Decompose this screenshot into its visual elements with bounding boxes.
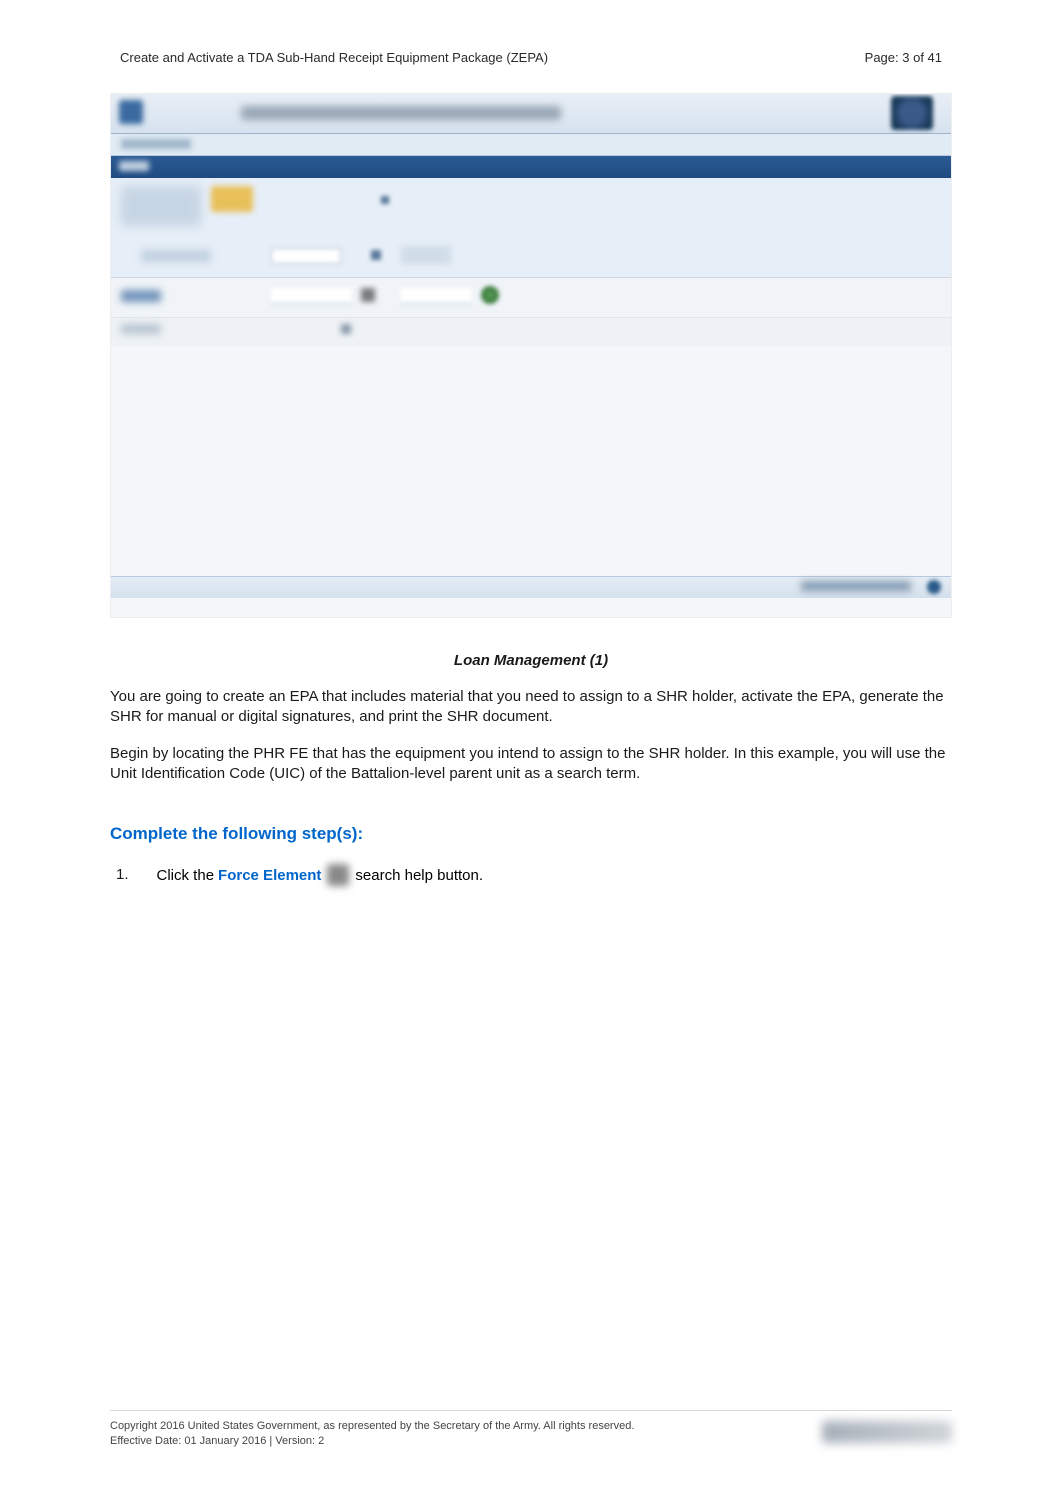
app-title-blur xyxy=(241,106,561,120)
field-label-blur xyxy=(121,290,161,302)
sub-row xyxy=(111,318,951,346)
checkbox-icon[interactable] xyxy=(381,196,389,204)
step-item: 1. Click the Force Element search help b… xyxy=(110,864,952,886)
step-number: 1. xyxy=(116,864,129,883)
footer-logo-icon xyxy=(822,1421,952,1443)
highlighted-button[interactable] xyxy=(211,186,253,212)
form-label-blur xyxy=(121,186,201,226)
embedded-screenshot xyxy=(110,93,952,618)
app-titlebar xyxy=(111,94,951,134)
document-page: Create and Activate a TDA Sub-Hand Recei… xyxy=(0,0,1062,1485)
form-label-blur xyxy=(141,250,211,262)
breadcrumb-bar xyxy=(111,134,951,156)
step-post-text: search help button. xyxy=(355,867,483,884)
search-help-icon[interactable] xyxy=(361,288,375,302)
footer-line-2: Effective Date: 01 January 2016 | Versio… xyxy=(110,1434,634,1449)
footer-line-1: Copyright 2016 United States Government,… xyxy=(110,1419,634,1434)
status-icon xyxy=(927,580,941,594)
text-input[interactable] xyxy=(271,248,341,264)
status-text-blur xyxy=(801,581,911,591)
paragraph-1: You are going to create an EPA that incl… xyxy=(110,687,952,728)
force-element-input[interactable] xyxy=(271,288,351,304)
execute-icon[interactable] xyxy=(481,286,499,304)
secondary-input[interactable] xyxy=(401,288,471,304)
force-element-link[interactable]: Force Element xyxy=(218,867,321,884)
sub-label-blur xyxy=(121,324,161,334)
app-logo-icon xyxy=(119,100,143,124)
step-text: Click the Force Element search help butt… xyxy=(157,864,484,886)
figure-caption: Loan Management (1) xyxy=(110,652,952,669)
document-title: Create and Activate a TDA Sub-Hand Recei… xyxy=(120,50,548,65)
tab-strip xyxy=(111,156,951,178)
step-pre-text: Click the xyxy=(157,867,215,884)
user-avatar-icon xyxy=(891,96,933,130)
search-row xyxy=(111,278,951,318)
results-area xyxy=(111,346,951,576)
page-footer: Copyright 2016 United States Government,… xyxy=(110,1410,952,1449)
status-bar xyxy=(111,576,951,598)
paragraph-2: Begin by locating the PHR FE that has th… xyxy=(110,744,952,785)
search-help-button-icon[interactable] xyxy=(327,864,349,886)
page-header: Create and Activate a TDA Sub-Hand Recei… xyxy=(110,50,952,65)
checkbox-icon[interactable] xyxy=(371,250,381,260)
footer-copyright: Copyright 2016 United States Government,… xyxy=(110,1419,634,1449)
section-heading: Complete the following step(s): xyxy=(110,824,952,844)
form-area xyxy=(111,178,951,278)
action-button[interactable] xyxy=(401,246,451,264)
page-number: Page: 3 of 41 xyxy=(865,50,942,65)
sub-checkbox-icon[interactable] xyxy=(341,324,351,334)
